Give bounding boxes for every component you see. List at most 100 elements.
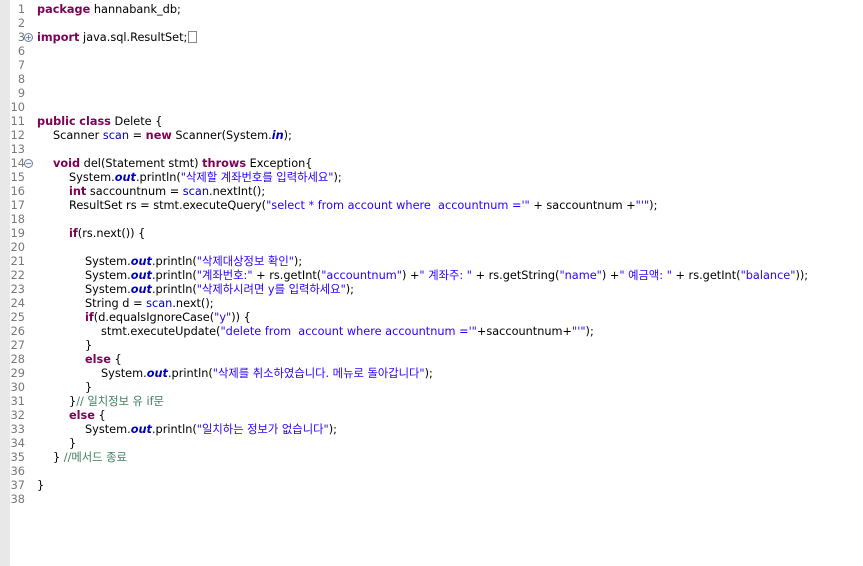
code-line[interactable]: 33 System.out.println("일치하는 정보가 없습니다"); [0, 423, 863, 437]
code-line[interactable]: 13 [0, 143, 863, 157]
code-text[interactable]: void del(Statement stmt) throws Exceptio… [53, 157, 312, 171]
code-text[interactable]: String d = scan.next(); [85, 297, 214, 311]
code-line[interactable]: 7 [0, 59, 863, 73]
code-text[interactable]: package hannabank_db; [37, 3, 181, 17]
code-text[interactable]: } [85, 339, 92, 353]
code-line[interactable]: 23 System.out.println("삭제하시려면 y를 입력하세요"); [0, 283, 863, 297]
code-text[interactable]: import java.sql.ResultSet; [37, 31, 198, 45]
code-text[interactable]: } [69, 437, 76, 451]
folded-imports-icon[interactable] [188, 31, 198, 43]
line-number: 17 [10, 199, 25, 212]
line-number: 30 [10, 381, 25, 394]
code-token: (rs.next()) { [77, 227, 146, 240]
code-line[interactable]: 25 if(d.equalsIgnoreCase("y")) { [0, 311, 863, 325]
expand-fold-icon[interactable]: + [24, 33, 33, 42]
collapse-fold-icon[interactable]: − [24, 159, 33, 168]
code-line[interactable]: 12 Scanner scan = new Scanner(System.in); [0, 129, 863, 143]
code-line[interactable]: 37} [0, 479, 863, 493]
code-line[interactable]: 35} //메서드 종료 [0, 451, 863, 465]
code-token: "'" [572, 325, 586, 338]
code-text[interactable]: System.out.println("일치하는 정보가 없습니다"); [85, 423, 337, 437]
code-token: Scanner [53, 129, 103, 142]
code-line[interactable]: 16 int saccountnum = scan.nextInt(); [0, 185, 863, 199]
code-text[interactable]: else { [69, 409, 106, 423]
code-line[interactable]: 34} [0, 437, 863, 451]
code-line[interactable]: 29 System.out.println("삭제를 취소하였습니다. 메뉴로 돌… [0, 367, 863, 381]
code-line[interactable]: 17 ResultSet rs = stmt.executeQuery("sele… [0, 199, 863, 213]
code-line[interactable]: 15 System.out.println("삭제할 계좌번호를 입력하세요"); [0, 171, 863, 185]
code-token: int [69, 185, 87, 198]
code-text[interactable]: stmt.executeUpdate("delete from account … [101, 325, 594, 339]
code-text[interactable]: else { [85, 353, 122, 367]
code-token: " 계좌주: " [419, 269, 472, 282]
code-token: Scanner(System. [171, 129, 272, 142]
code-token: +saccountnum+ [476, 325, 573, 338]
code-text[interactable]: } [37, 479, 44, 493]
code-text[interactable]: }// 일치정보 유 if문 [69, 395, 164, 409]
code-token: stmt.executeUpdate( [101, 325, 221, 338]
code-line[interactable]: 10 [0, 101, 863, 115]
code-token: "삭제할 계좌번호를 입력하세요" [180, 171, 334, 184]
line-number: 11 [10, 115, 25, 128]
line-number: 8 [17, 73, 25, 86]
line-number: 6 [17, 45, 25, 58]
code-token: } [85, 339, 93, 352]
code-text[interactable]: } [85, 381, 92, 395]
code-text[interactable]: System.out.println("계좌번호:" + rs.getInt("… [85, 269, 808, 283]
code-token: Exception{ [246, 157, 313, 170]
code-token: del(Statement stmt) [80, 157, 203, 170]
code-text[interactable]: ResultSet rs = stmt.executeQuery("select… [69, 199, 657, 213]
code-line[interactable]: 6 [0, 45, 863, 59]
code-line[interactable]: 31}// 일치정보 유 if문 [0, 395, 863, 409]
code-line[interactable]: 11 public class Delete { [0, 115, 863, 129]
code-token: ) + [601, 269, 620, 282]
code-line[interactable]: 2 [0, 17, 863, 31]
code-token: ); [328, 423, 337, 436]
code-line[interactable]: 21 System.out.println("삭제대상정보 확인"); [0, 255, 863, 269]
code-line[interactable]: 19 if(rs.next()) { [0, 227, 863, 241]
code-line[interactable]: 38 [0, 493, 863, 507]
code-line[interactable]: 28 else { [0, 353, 863, 367]
code-line[interactable]: 32 else { [0, 409, 863, 423]
code-line[interactable]: 8 [0, 73, 863, 87]
code-line[interactable]: 27} [0, 339, 863, 353]
code-text[interactable]: int saccountnum = scan.nextInt(); [69, 185, 265, 199]
line-number: 36 [10, 465, 25, 478]
code-line[interactable]: 9 [0, 87, 863, 101]
code-text[interactable]: System.out.println("삭제를 취소하였습니다. 메뉴로 돌아갑… [101, 367, 433, 381]
code-line[interactable]: 14− void del(Statement stmt) throws Excep… [0, 157, 863, 171]
code-token: (d.equalsIgnoreCase( [93, 311, 215, 324]
code-token: out [130, 255, 152, 268]
line-number: 16 [10, 185, 25, 198]
code-token: } [53, 451, 64, 464]
code-line[interactable]: 20 [0, 241, 863, 255]
code-line[interactable]: 26 stmt.executeUpdate("delete from accoun… [0, 325, 863, 339]
code-token: ); [333, 171, 342, 184]
code-editor[interactable]: 1 package hannabank_db; 2 3 + import java.sql… [0, 0, 863, 566]
code-line[interactable]: 1 package hannabank_db; [0, 3, 863, 17]
code-token: System. [85, 269, 131, 282]
line-number: 2 [17, 17, 25, 30]
code-line[interactable]: 18 [0, 213, 863, 227]
code-text[interactable]: System.out.println("삭제하시려면 y를 입력하세요"); [85, 283, 354, 297]
code-line[interactable]: 36 [0, 465, 863, 479]
code-token: + rs.getInt( [252, 269, 322, 282]
code-line[interactable]: 30} [0, 381, 863, 395]
code-token: .println( [151, 283, 197, 296]
code-line[interactable]: 3 + import java.sql.ResultSet; [0, 31, 863, 45]
code-text[interactable]: System.out.println("삭제할 계좌번호를 입력하세요"); [69, 171, 342, 185]
code-token: .println( [135, 171, 181, 184]
code-token: ); [293, 255, 303, 268]
code-text[interactable]: System.out.println("삭제대상정보 확인"); [85, 255, 302, 269]
code-text[interactable]: Scanner scan = new Scanner(System.in); [53, 129, 292, 143]
code-text[interactable]: if(rs.next()) { [69, 227, 145, 241]
code-text[interactable]: } //메서드 종료 [53, 451, 127, 465]
code-line[interactable]: 22 System.out.println("계좌번호:" + rs.getInt… [0, 269, 863, 283]
code-token: .println( [151, 269, 197, 282]
code-token: new [145, 129, 172, 142]
code-token: "삭제를 취소하였습니다. 메뉴로 돌아갑니다" [212, 367, 425, 380]
line-number: 32 [10, 409, 25, 422]
code-text[interactable]: if(d.equalsIgnoreCase("y")) { [85, 311, 251, 325]
code-line[interactable]: 24 String d = scan.next(); [0, 297, 863, 311]
code-text[interactable]: public class Delete { [37, 115, 162, 129]
